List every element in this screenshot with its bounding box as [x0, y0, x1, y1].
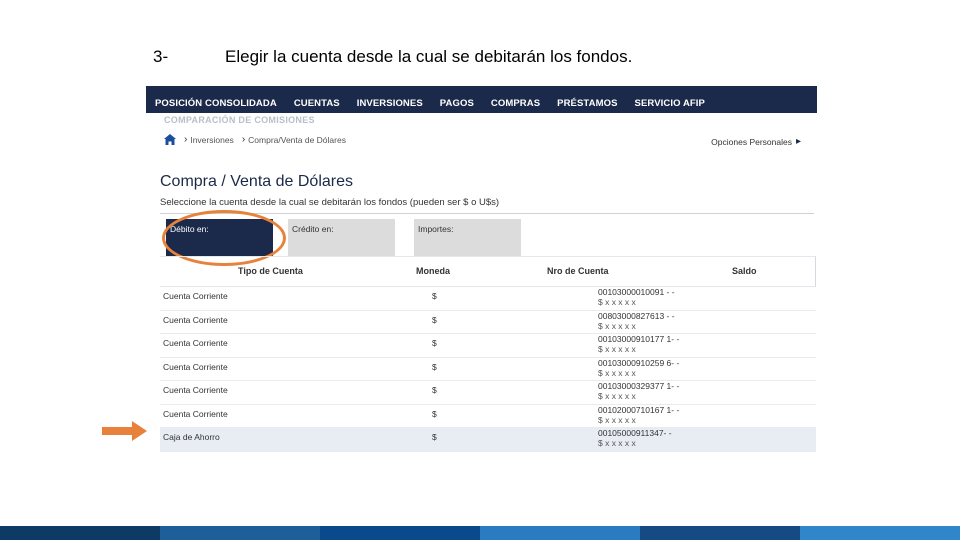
cell-nro: 00103000329377 1- - $ x x x x x	[598, 381, 679, 401]
arrow-right-icon	[102, 421, 147, 441]
header-tipo: Tipo de Cuenta	[238, 266, 303, 276]
nav-prestamos[interactable]: PRÉSTAMOS	[548, 98, 625, 113]
cell-nro: 00105000911347- - $ x x x x x	[598, 428, 672, 448]
table-header: Tipo de Cuenta Moneda Nro de Cuenta Sald…	[160, 256, 816, 287]
nav-compras[interactable]: COMPRAS	[482, 98, 548, 113]
cell-tipo: Caja de Ahorro	[163, 432, 220, 442]
cell-moneda: $	[432, 291, 437, 301]
accounts-table: Tipo de Cuenta Moneda Nro de Cuenta Sald…	[160, 256, 816, 452]
footer-segment	[160, 526, 320, 540]
breadcrumb-inversiones[interactable]: › Inversiones	[184, 134, 234, 145]
screenshot-panel: POSICIÓN CONSOLIDADA CUENTAS INVERSIONES…	[146, 86, 817, 452]
cell-moneda: $	[432, 361, 437, 372]
cell-saldo: $ x x x x x	[598, 367, 636, 378]
table-row[interactable]: Cuenta Corriente $ 00102000710167 1- - $ …	[160, 405, 816, 428]
page-title: Compra / Venta de Dólares	[160, 173, 353, 190]
cell-saldo: $ x x x x x	[598, 391, 636, 401]
cell-tipo: Cuenta Corriente	[163, 385, 228, 395]
footer-segment	[640, 526, 800, 540]
instruction-text: Seleccione la cuenta desde la cual se de…	[160, 197, 500, 208]
breadcrumb: › Inversiones › Compra/Venta de Dólares	[164, 134, 346, 145]
chevron-right-icon: ›	[241, 134, 246, 145]
footer-bar	[0, 526, 960, 540]
nav-cuentas[interactable]: CUENTAS	[285, 98, 348, 113]
cell-moneda: $	[432, 432, 437, 442]
cell-saldo: $ x x x x x	[598, 320, 636, 331]
caret-right-icon: ▸	[795, 136, 801, 147]
cell-nro: 00103000910259 6- - $ x x x x x	[598, 358, 679, 378]
home-icon[interactable]	[164, 134, 176, 145]
cell-tipo: Cuenta Corriente	[163, 291, 228, 301]
tab-credito[interactable]: Crédito en:	[288, 219, 395, 256]
header-saldo: Saldo	[732, 266, 757, 276]
cell-nro-value: 00103000910177 1- -	[598, 334, 680, 344]
footer-segment	[480, 526, 640, 540]
cell-tipo: Cuenta Corriente	[163, 338, 228, 348]
footer-segment	[0, 526, 160, 540]
cell-saldo: $ x x x x x	[598, 344, 636, 354]
cell-moneda: $	[432, 314, 437, 325]
header-moneda: Moneda	[416, 266, 451, 276]
opciones-personales-link[interactable]: Opciones Personales ▸	[711, 136, 801, 147]
table-row-selected[interactable]: Caja de Ahorro $ 00105000911347- - $ x x …	[160, 428, 816, 452]
cell-nro-value: 00102000710167 1- -	[598, 404, 680, 415]
nav-posicion-consolidada[interactable]: POSICIÓN CONSOLIDADA	[146, 98, 285, 113]
table-row[interactable]: Cuenta Corriente $ 00103000910259 6- - $ …	[160, 358, 816, 381]
table-row[interactable]: Cuenta Corriente $ 00103000910177 1- - $ …	[160, 334, 816, 358]
table-row[interactable]: Cuenta Corriente $ 00103000010091 - - $ x…	[160, 287, 816, 311]
cell-nro-value: 00103000910259 6- -	[598, 357, 680, 368]
cell-tipo: Cuenta Corriente	[163, 361, 228, 372]
step-title: Elegir la cuenta desde la cual se debita…	[225, 47, 633, 66]
breadcrumb-label: Compra/Venta de Dólares	[248, 134, 346, 145]
cell-nro: 00103000010091 - - $ x x x x x	[598, 287, 675, 307]
cell-nro: 00102000710167 1- - $ x x x x x	[598, 405, 679, 425]
table-row[interactable]: Cuenta Corriente $ 00103000329377 1- - $ …	[160, 381, 816, 405]
main-navbar: POSICIÓN CONSOLIDADA CUENTAS INVERSIONES…	[146, 86, 817, 113]
table-row[interactable]: Cuenta Corriente $ 00803000827613 - - $ x…	[160, 311, 816, 334]
cell-nro-value: 00803000827613 - -	[598, 310, 675, 321]
cell-nro: 00103000910177 1- - $ x x x x x	[598, 334, 679, 354]
tab-importe-label: Importes:	[418, 224, 454, 234]
chevron-right-icon: ›	[184, 134, 188, 145]
nav-pagos[interactable]: PAGOS	[431, 98, 482, 113]
step-number: 3-	[153, 47, 169, 66]
nav-inversiones[interactable]: INVERSIONES	[348, 98, 431, 113]
cell-moneda: $	[432, 385, 437, 395]
tab-credito-label: Crédito en:	[292, 224, 334, 234]
subnav-comparacion[interactable]: COMPARACIÓN DE COMISIONES	[164, 115, 315, 125]
cell-saldo: $ x x x x x	[598, 438, 636, 448]
cell-tipo: Cuenta Corriente	[163, 314, 228, 325]
cell-nro-value: 00105000911347- -	[598, 428, 672, 438]
cell-nro-value: 00103000329377 1- -	[598, 381, 680, 391]
cell-nro: 00803000827613 - - $ x x x x x	[598, 311, 675, 331]
cell-moneda: $	[432, 338, 437, 348]
footer-segment	[800, 526, 960, 540]
cell-moneda: $	[432, 408, 437, 419]
cell-saldo: $ x x x x x	[598, 414, 636, 425]
cell-nro-value: 00103000010091 - -	[598, 287, 675, 297]
breadcrumb-compra-venta[interactable]: › Compra/Venta de Dólares	[242, 134, 346, 145]
cell-tipo: Cuenta Corriente	[163, 408, 228, 419]
breadcrumb-label: Inversiones	[190, 134, 234, 145]
header-nro: Nro de Cuenta	[547, 266, 609, 276]
cell-saldo: $ x x x x x	[598, 297, 636, 307]
footer-segment	[320, 526, 480, 540]
opciones-label: Opciones Personales	[711, 136, 792, 147]
nav-servicio-afip[interactable]: SERVICIO AFIP	[626, 98, 713, 113]
tab-importe[interactable]: Importes:	[414, 219, 521, 256]
